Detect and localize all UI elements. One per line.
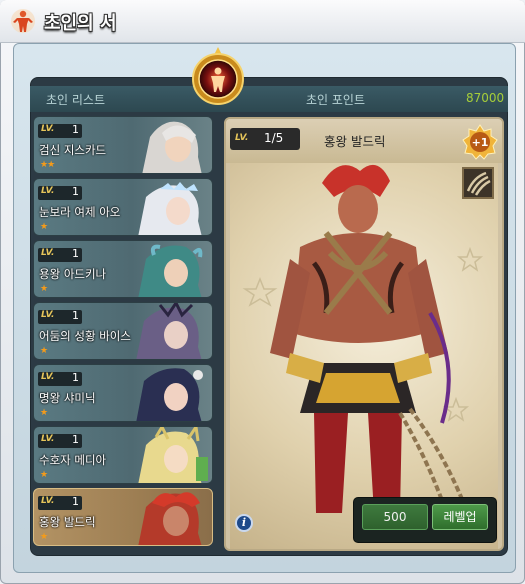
claw-icon (466, 171, 491, 196)
star-rating: ★ (40, 222, 48, 232)
list-label: 초인 리스트 (46, 93, 106, 107)
points-label: 초인 포인트 (306, 93, 366, 107)
character-name: 검신 지스카드 (39, 143, 107, 157)
level-value: 1 (72, 495, 79, 508)
title-bar: 초인의 서 (0, 0, 525, 43)
window: 초인의 서 초인 리스트 초인 포인트 87000 LV. 1 검신 지스카드 … (0, 0, 525, 584)
list-item[interactable]: LV. 1 명왕 샤미닉 ★ (33, 364, 213, 422)
level-value: 1 (72, 309, 79, 322)
character-name: 홍왕 발드릭 (39, 515, 96, 529)
badge-text: +1 (472, 136, 489, 149)
superhuman-emblem-icon (192, 47, 244, 105)
level-value: 1 (72, 123, 79, 136)
lv-label: LV. (41, 496, 55, 506)
star-rating: ★ (40, 408, 48, 418)
info-icon[interactable]: i (235, 514, 253, 532)
character-name: 명왕 샤미닉 (39, 391, 96, 405)
star-rating: ★ (40, 346, 48, 356)
character-name: 어둠의 성황 바이스 (39, 329, 131, 343)
character-name: 수호자 메디아 (39, 453, 107, 467)
character-list: LV. 1 검신 지스카드 ★★ LV. 1 눈보라 여제 아오 ★ LV. 1… (33, 116, 221, 553)
detail-level-value: 1/5 (264, 131, 284, 145)
detail-character-name: 홍왕 발드릭 (324, 134, 386, 149)
character-portrait (138, 427, 208, 483)
character-portrait (138, 492, 202, 545)
list-item[interactable]: LV. 1 눈보라 여제 아오 ★ (33, 178, 213, 236)
lv-label: LV. (41, 372, 55, 382)
levelup-cost: 500 (362, 504, 428, 530)
list-item-selected[interactable]: LV. 1 홍왕 발드릭 ★ (33, 488, 213, 546)
level-value: 1 (72, 433, 79, 446)
window-title: 초인의 서 (44, 13, 117, 34)
lv-label: LV. (41, 186, 55, 196)
character-portrait (138, 244, 203, 297)
star-rating: ★★ (40, 160, 55, 170)
character-detail-panel: LV. 1/5 홍왕 발드릭 +1 i 500 레벨업 (224, 117, 504, 551)
character-portrait (136, 368, 203, 421)
level-value: 1 (72, 371, 79, 384)
character-illustration (242, 164, 484, 524)
lv-label: LV. (41, 434, 55, 444)
list-item[interactable]: LV. 1 용왕 아드키나 ★ (33, 240, 213, 298)
star-rating: ★ (40, 470, 48, 480)
list-item[interactable]: LV. 1 수호자 메디아 ★ (33, 426, 213, 484)
list-item[interactable]: LV. 1 검신 지스카드 ★★ (33, 116, 213, 174)
levelup-button[interactable]: 레벨업 (432, 504, 488, 530)
detail-lv-label: LV. (235, 133, 249, 143)
character-illustration-stage (230, 163, 498, 549)
star-rating: ★ (40, 532, 48, 542)
character-name: 눈보라 여제 아오 (39, 205, 121, 219)
level-value: 1 (72, 247, 79, 260)
character-portrait (142, 121, 202, 173)
star-rating: ★ (40, 284, 48, 294)
lv-label: LV. (41, 248, 55, 258)
skill-icon[interactable] (462, 167, 494, 199)
level-value: 1 (72, 185, 79, 198)
awakening-badge-icon: +1 (462, 124, 498, 160)
character-name: 용왕 아드키나 (39, 267, 107, 281)
list-item[interactable]: LV. 1 어둠의 성황 바이스 ★ (33, 302, 213, 360)
superhuman-figure-icon (11, 9, 35, 33)
points-value: 87000 (466, 91, 505, 105)
lv-label: LV. (41, 310, 55, 320)
lv-label: LV. (41, 124, 55, 134)
